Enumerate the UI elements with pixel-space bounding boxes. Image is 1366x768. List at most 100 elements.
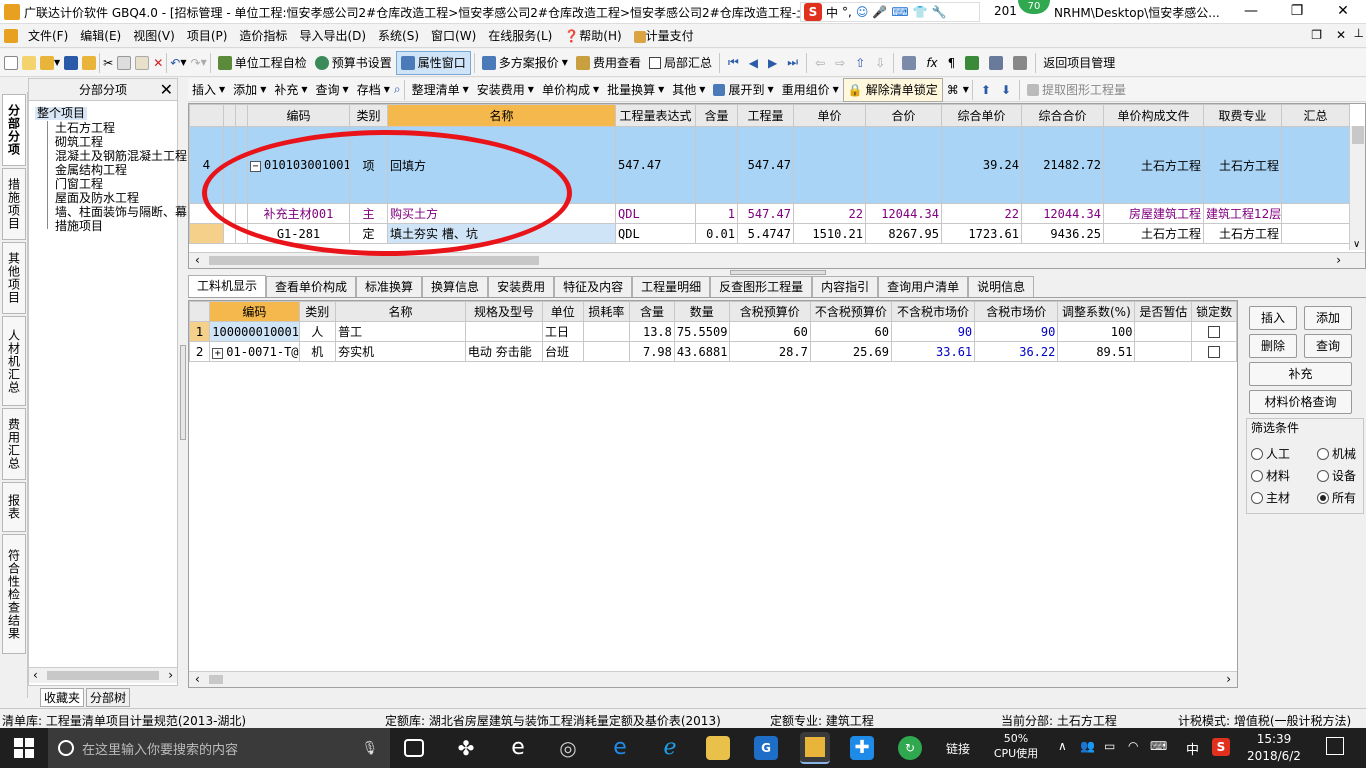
gbq-active-icon[interactable]	[800, 732, 830, 764]
col-content[interactable]: 含量	[629, 301, 675, 322]
copy-icon[interactable]	[117, 55, 132, 70]
clock[interactable]: 15:39 2018/6/2	[1234, 731, 1314, 765]
insert-menu[interactable]: 插入 ▼	[188, 78, 229, 102]
radio-all[interactable]	[1317, 491, 1329, 504]
cell-notax-market[interactable]: 90	[890, 321, 976, 342]
cell-adjust[interactable]: 100	[1057, 321, 1136, 342]
filter-machinery[interactable]: 机械	[1317, 445, 1356, 462]
formula-icon[interactable]: fx	[926, 56, 937, 70]
col-tax-budget[interactable]: 含税预算价	[728, 301, 811, 322]
tree-item-masonry[interactable]: 砌筑工程	[55, 136, 103, 149]
battery-icon[interactable]: ▭	[1104, 739, 1115, 753]
cell-unit-total[interactable]: 21482.72	[1021, 126, 1104, 204]
filter-main-material[interactable]: 主材	[1251, 489, 1290, 506]
col-file[interactable]: 单价构成文件	[1103, 104, 1204, 127]
new-icon[interactable]	[4, 55, 18, 70]
cell-qty[interactable]: 5.4747	[737, 223, 794, 244]
tab-conversion-info[interactable]: 换算信息	[422, 276, 489, 297]
col-summary[interactable]: 汇总	[1281, 104, 1350, 127]
col-expr[interactable]: 工程量表达式	[615, 104, 696, 127]
col-adjust[interactable]: 调整系数(%)	[1057, 301, 1136, 322]
vertical-splitter[interactable]	[180, 345, 186, 440]
col-notax-budget[interactable]: 不含税预算价	[809, 301, 892, 322]
vtab-other-items[interactable]: 其他项目	[2, 242, 26, 314]
col-notax-market[interactable]: 不含税市场价	[890, 301, 976, 322]
grid1-vscrollbar[interactable]: ∨	[1349, 126, 1365, 250]
tools-icon[interactable]: 🔧	[932, 5, 947, 19]
col-lock-qty[interactable]: 锁定数	[1191, 301, 1237, 322]
pin-icon[interactable]: ⊥	[1354, 26, 1364, 40]
cell-lock[interactable]	[1191, 341, 1237, 362]
col-provisional[interactable]: 是否暂估	[1134, 301, 1193, 322]
scroll-left-icon[interactable]: ‹	[195, 253, 200, 267]
tree-item-metal[interactable]: 金属结构工程	[55, 164, 127, 177]
cell-provisional[interactable]	[1134, 341, 1193, 362]
lock-checkbox[interactable]	[1208, 346, 1221, 358]
fee-view-button[interactable]: 费用查看	[572, 51, 645, 75]
table-row[interactable]: G1-281 定 填土夯实 槽、坑 QDL 0.01 5.4747 1510.2…	[189, 223, 1350, 244]
cell-price[interactable]: 1510.21	[793, 223, 866, 244]
lock-checkbox[interactable]	[1208, 326, 1221, 338]
scroll-right-icon[interactable]: ›	[168, 668, 173, 682]
tree-item-doors-windows[interactable]: 门窗工程	[55, 178, 103, 191]
cell-tax-budget[interactable]: 28.7	[728, 341, 811, 362]
sogou-icon[interactable]: S	[804, 3, 822, 21]
cell-spec[interactable]: 电动 夯击能	[464, 341, 544, 362]
cut-icon[interactable]: ✂	[103, 56, 113, 70]
cell-file[interactable]: 房屋建筑工程	[1103, 203, 1204, 224]
cell-type[interactable]: 定	[349, 223, 388, 244]
radio-labor[interactable]	[1251, 447, 1263, 460]
cell-major[interactable]: 土石方工程	[1203, 223, 1282, 244]
cell-content[interactable]: 0.01	[695, 223, 738, 244]
delete-icon[interactable]: ✕	[153, 56, 163, 70]
cell-unit[interactable]: 工日	[542, 321, 584, 342]
tab-quantity-detail[interactable]: 工程量明细	[632, 276, 711, 297]
col-unit[interactable]: 单位	[542, 301, 584, 322]
vtab-reports[interactable]: 报表	[2, 482, 26, 532]
mdi-restore-icon[interactable]: ❐	[1311, 28, 1322, 42]
tree-scroll-thumb[interactable]	[47, 671, 159, 680]
cell-code[interactable]: 补充主材001	[247, 203, 350, 224]
partial-summary-toggle[interactable]: 局部汇总	[645, 51, 716, 75]
cell-tax-market[interactable]: 90	[974, 321, 1059, 342]
cell-provisional[interactable]	[1134, 321, 1193, 342]
plus-app-icon[interactable]: ✚	[850, 736, 874, 760]
open-dropdown-icon[interactable]: ▼	[54, 58, 60, 67]
unit-price-menu[interactable]: 单价构成 ▼	[538, 78, 603, 102]
ime-toolbar[interactable]: S 中 °, ☺ 🎤 ⌨ 👕 🔧	[800, 2, 980, 22]
cell-expr[interactable]: QDL	[615, 223, 696, 244]
tree-item-roof[interactable]: 屋面及防水工程	[55, 192, 139, 205]
mdi-close-icon[interactable]: ✕	[1336, 28, 1346, 42]
tools2-icon[interactable]	[989, 55, 1004, 70]
col-tax-market[interactable]: 含税市场价	[974, 301, 1059, 322]
tab-install-fee[interactable]: 安装费用	[488, 276, 555, 297]
cell-name[interactable]: 回填方	[387, 126, 616, 204]
scroll-down-icon[interactable]: ∨	[1353, 239, 1360, 250]
menu-system[interactable]: 系统(S)	[372, 27, 425, 44]
down-arrow-icon[interactable]: ⬇	[1001, 83, 1011, 97]
unlock-list-button[interactable]: 🔒 解除清单锁定	[842, 77, 943, 102]
cell-content[interactable]	[695, 126, 738, 204]
wifi-icon[interactable]: ◠	[1128, 739, 1138, 753]
arrange-list-menu[interactable]: 整理清单 ▼	[408, 78, 473, 102]
mic-icon[interactable]: 🎤	[872, 5, 887, 19]
tree-hscrollbar[interactable]: ‹ ›	[29, 667, 177, 683]
cell-price[interactable]: 22	[793, 203, 866, 224]
grid2-hscroll-thumb[interactable]	[209, 675, 223, 684]
restore-icon[interactable]: ❐	[1274, 0, 1320, 24]
ime-punct[interactable]: °,	[842, 5, 852, 19]
cell-unit-price[interactable]: 39.24	[941, 126, 1022, 204]
col-loss[interactable]: 损耗率	[582, 301, 631, 322]
tree-item-measures[interactable]: 措施项目	[55, 220, 103, 233]
undo-dropdown-icon[interactable]: ▼	[180, 58, 186, 67]
open-icon[interactable]	[40, 55, 54, 70]
panel-splitter[interactable]	[730, 270, 826, 275]
partial-summary-checkbox[interactable]	[648, 56, 661, 69]
cell-content[interactable]: 1	[695, 203, 738, 224]
col-code[interactable]: 编码	[247, 104, 350, 127]
cell-name[interactable]: 填土夯实 槽、坑	[387, 223, 616, 244]
add-button[interactable]: 添加	[1304, 306, 1352, 330]
cell-spec[interactable]	[464, 321, 544, 342]
reuse-price-menu[interactable]: 重用组价 ▼	[778, 78, 843, 102]
expand-icon[interactable]: +	[212, 347, 224, 359]
